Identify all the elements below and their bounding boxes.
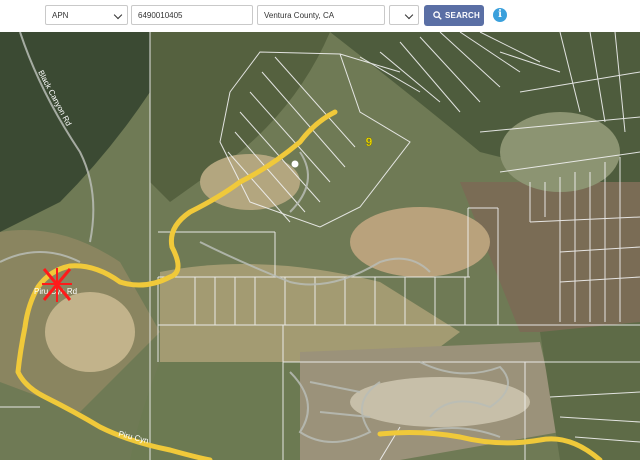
- parcel-marker[interactable]: 9: [365, 135, 373, 149]
- search-button[interactable]: SEARCH: [424, 5, 484, 26]
- house-icon: [291, 160, 299, 168]
- apn-input[interactable]: 6490010405: [131, 5, 253, 25]
- search-button-label: SEARCH: [445, 11, 480, 20]
- search-icon: [433, 11, 442, 20]
- location-marker-icon[interactable]: [42, 268, 72, 302]
- field-type-value: APN: [52, 11, 69, 20]
- county-input-value: Ventura County, CA: [264, 11, 335, 20]
- chevron-down-icon: [404, 10, 414, 20]
- parcel-marker-label: 9: [366, 135, 373, 149]
- field-type-select[interactable]: APN: [45, 5, 128, 25]
- search-toolbar: APN 6490010405 Ventura County, CA SEARCH…: [0, 0, 640, 32]
- extra-select[interactable]: [389, 5, 419, 25]
- satellite-map[interactable]: Black Canyon Rd Piru Cyn Rd Piru Cyn 9: [0, 32, 640, 460]
- county-input[interactable]: Ventura County, CA: [257, 5, 385, 25]
- map-canvas[interactable]: Black Canyon Rd Piru Cyn Rd Piru Cyn 9: [0, 32, 640, 460]
- info-icon[interactable]: i: [493, 8, 507, 22]
- chevron-down-icon: [113, 10, 123, 20]
- apn-input-value: 6490010405: [138, 11, 183, 20]
